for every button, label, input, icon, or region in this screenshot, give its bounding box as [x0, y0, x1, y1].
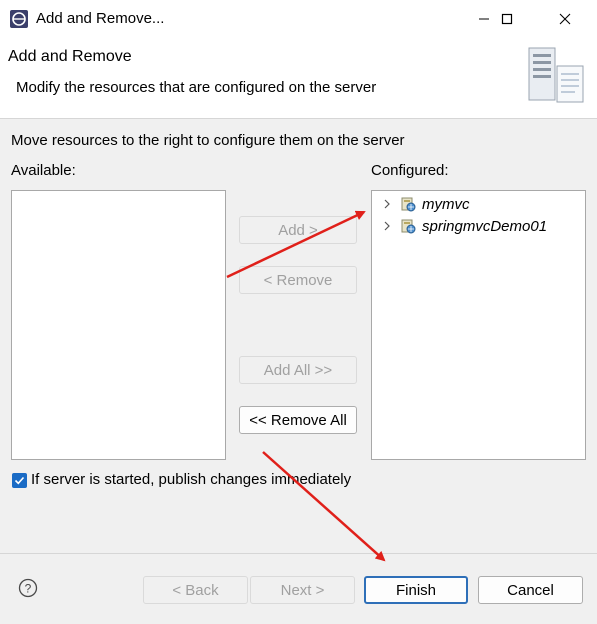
configured-item-label: mymvc: [422, 195, 470, 213]
chevron-right-icon[interactable]: [380, 221, 394, 231]
title-bar: Add and Remove...: [0, 0, 597, 38]
configured-label: Configured:: [371, 162, 449, 179]
publish-label[interactable]: If server is started, publish changes im…: [31, 471, 351, 488]
annotation-arrow-to-finish: [262, 451, 386, 562]
add-all-button[interactable]: Add All >>: [239, 356, 357, 384]
close-button[interactable]: [542, 0, 588, 38]
available-list[interactable]: [11, 190, 226, 460]
back-button[interactable]: < Back: [143, 576, 248, 604]
finish-button[interactable]: Finish: [364, 576, 468, 604]
add-button[interactable]: Add >: [239, 216, 357, 244]
maximize-icon: [501, 13, 513, 25]
maximize-button[interactable]: [484, 0, 530, 38]
remove-button[interactable]: < Remove: [239, 266, 357, 294]
server-wizard-icon: [528, 47, 584, 103]
next-button[interactable]: Next >: [250, 576, 355, 604]
publish-checkbox[interactable]: [12, 473, 27, 488]
close-icon: [559, 13, 571, 25]
dialog-header: Add and Remove Modify the resources that…: [0, 38, 597, 119]
web-project-icon: [401, 219, 416, 234]
configured-item-springmvcdemo01[interactable]: springmvcDemo01: [380, 216, 547, 236]
help-icon[interactable]: ?: [18, 578, 38, 598]
configured-item-label: springmvcDemo01: [422, 217, 548, 235]
available-label: Available:: [11, 162, 76, 179]
chevron-right-icon[interactable]: [380, 199, 394, 209]
configured-item-mymvc[interactable]: mymvc: [380, 194, 470, 214]
remove-all-button[interactable]: << Remove All: [239, 406, 357, 434]
window-title: Add and Remove...: [36, 10, 165, 27]
eclipse-app-icon: [10, 10, 28, 28]
cancel-button[interactable]: Cancel: [478, 576, 583, 604]
instruction-text: Move resources to the right to configure…: [11, 132, 405, 149]
footer-separator: [0, 553, 597, 554]
configured-list[interactable]: mymvc springmvcDemo01: [371, 190, 586, 460]
checkmark-icon: [14, 476, 25, 485]
web-project-icon: [401, 197, 416, 212]
header-title: Add and Remove: [8, 48, 132, 65]
svg-text:?: ?: [25, 582, 32, 596]
header-description: Modify the resources that are configured…: [16, 79, 377, 96]
